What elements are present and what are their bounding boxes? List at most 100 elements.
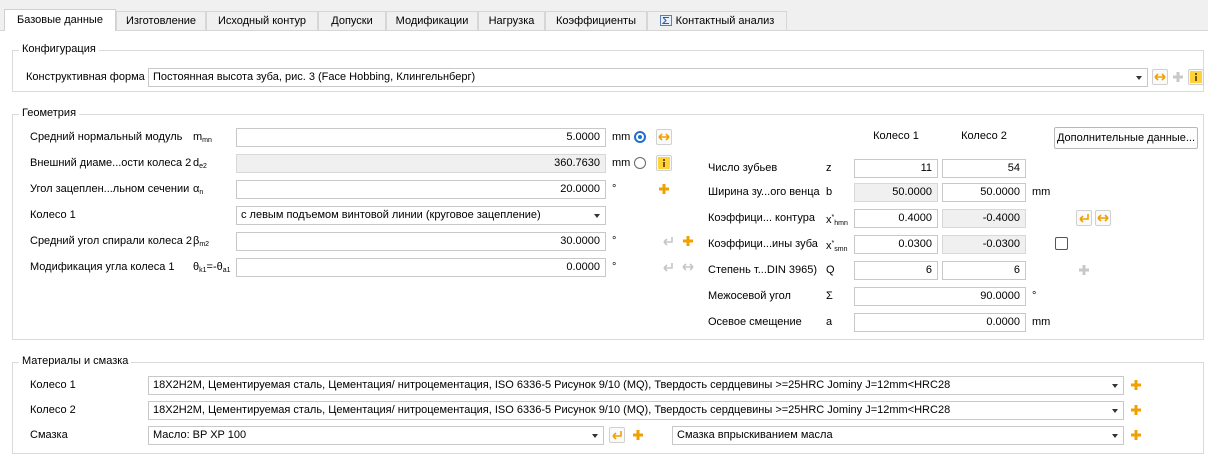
tab-label: Изготовление	[125, 15, 197, 27]
angle-mod-back-button[interactable]	[660, 259, 676, 275]
material-wheel2-select[interactable]: 18Х2Н2М, Цементируемая сталь, Цементация…	[148, 401, 1124, 420]
spiral-angle-input[interactable]: 30.0000	[236, 232, 606, 251]
tab-label: Модификации	[395, 15, 469, 27]
configuration-title: Конфигурация	[19, 43, 99, 55]
additional-data-button[interactable]: Дополнительные данные...	[1054, 127, 1198, 149]
angle-mod-input[interactable]: 0.0000	[236, 258, 606, 277]
diameter-unit: mm	[612, 157, 631, 169]
tab-label: Базовые данные	[17, 14, 103, 26]
wheel1-hand-label: Колесо 1	[30, 209, 76, 221]
profile-shift-wheel1-input[interactable]: 0.4000	[854, 209, 938, 228]
material-wheel2-label: Колесо 2	[30, 404, 76, 416]
module-input[interactable]: 5.0000	[236, 128, 606, 147]
chevron-down-icon	[1112, 434, 1118, 438]
shaft-angle-input[interactable]: 90.0000	[854, 287, 1026, 306]
tab-modifications[interactable]: Модификации	[386, 11, 478, 30]
module-swap-button[interactable]	[656, 129, 672, 145]
chevron-down-icon	[592, 434, 598, 438]
face-width-symbol: b	[826, 186, 833, 198]
teeth-wheel2-input[interactable]: 54	[942, 159, 1026, 178]
tab-base-data[interactable]: Базовые данные	[4, 9, 116, 31]
tab-load[interactable]: Нагрузка	[478, 11, 545, 30]
quality-wheel1-input[interactable]: 6	[854, 261, 938, 280]
lubricant-label: Смазка	[30, 429, 68, 441]
module-symbol: mmn	[193, 131, 212, 144]
pressure-angle-unit: °	[612, 183, 617, 195]
profile-shift-swap-button[interactable]	[1095, 210, 1111, 226]
chevron-down-icon	[1112, 409, 1118, 413]
face-width-wheel2-input[interactable]: 50.0000	[942, 183, 1026, 202]
lubricant-add-button[interactable]	[630, 427, 646, 443]
material-wheel1-label: Колесо 1	[30, 379, 76, 391]
tab-contact-analysis[interactable]: Контактный анализ	[647, 11, 787, 30]
angle-mod-swap-button[interactable]	[680, 259, 696, 275]
info-button[interactable]	[1188, 69, 1204, 85]
thickness-factor-wheel2-input[interactable]: -0.0300	[942, 235, 1026, 254]
lubricant-back-button[interactable]	[609, 427, 625, 443]
tab-manufacturing[interactable]: Изготовление	[116, 11, 206, 30]
design-form-label: Конструктивная форма	[26, 71, 145, 83]
wheel1-hand-select[interactable]: с левым подъемом винтовой линии (кругово…	[236, 206, 606, 225]
profile-shift-back-button[interactable]	[1076, 210, 1092, 226]
chevron-down-icon	[594, 214, 600, 218]
return-arrow-icon	[612, 431, 622, 440]
material-wheel2-add-button[interactable]	[1128, 402, 1144, 418]
thickness-factor-wheel1-input[interactable]: 0.0300	[854, 235, 938, 254]
angle-mod-unit: °	[612, 261, 617, 273]
offset-unit: mm	[1032, 316, 1051, 328]
swap-arrows-button[interactable]	[1152, 69, 1168, 85]
face-width-wheel1-input[interactable]: 50.0000	[854, 183, 938, 202]
plus-icon	[659, 184, 669, 194]
swap-arrows-icon	[682, 263, 694, 271]
design-form-select[interactable]: Постоянная высота зуба, рис. 3 (Face Hob…	[148, 68, 1148, 87]
return-arrow-icon	[663, 263, 673, 272]
add-button-disabled[interactable]	[1170, 69, 1186, 85]
return-arrow-icon	[663, 237, 673, 246]
lubrication-method-add-button[interactable]	[1128, 427, 1144, 443]
tab-bar: Базовые данные Изготовление Исходный кон…	[0, 0, 1208, 31]
tab-reference-profile[interactable]: Исходный контур	[206, 11, 318, 30]
pressure-angle-input[interactable]: 20.0000	[236, 180, 606, 199]
thickness-factor-symbol: x*smn	[826, 240, 848, 253]
lubricant-select[interactable]: Масло: BP XP 100	[148, 426, 604, 445]
pressure-angle-add-button[interactable]	[656, 181, 672, 197]
diameter-info-button[interactable]	[656, 155, 672, 171]
spiral-angle-back-button[interactable]	[660, 233, 676, 249]
wheel1-hand-value: с левым подъемом винтовой линии (кругово…	[241, 209, 541, 221]
spiral-angle-add-button[interactable]	[680, 233, 696, 249]
return-arrow-icon	[1079, 214, 1089, 223]
chevron-down-icon	[1112, 384, 1118, 388]
tab-factors[interactable]: Коэффициенты	[545, 11, 647, 30]
material-wheel1-select[interactable]: 18Х2Н2М, Цементируемая сталь, Цементация…	[148, 376, 1124, 395]
lubrication-method-select[interactable]: Смазка впрыскиванием масла	[672, 426, 1124, 445]
plus-icon	[1131, 430, 1141, 440]
material-wheel1-add-button[interactable]	[1128, 377, 1144, 393]
lubricant-value: Масло: BP XP 100	[153, 429, 247, 441]
tab-label: Допуски	[331, 15, 373, 27]
tab-label: Контактный анализ	[675, 15, 775, 27]
diameter-input[interactable]: 360.7630	[236, 154, 606, 173]
face-width-unit: mm	[1032, 186, 1051, 198]
teeth-wheel1-input[interactable]: 11	[854, 159, 938, 178]
diameter-label: Внешний диаме...ости колеса 2	[30, 157, 192, 169]
module-radio[interactable]	[634, 131, 646, 143]
thickness-factor-checkbox[interactable]	[1055, 237, 1068, 250]
quality-wheel2-input[interactable]: 6	[942, 261, 1026, 280]
quality-add-button[interactable]	[1076, 262, 1092, 278]
shaft-angle-unit: °	[1032, 290, 1037, 302]
spiral-angle-unit: °	[612, 235, 617, 247]
face-width-label: Ширина зу...ого венца	[708, 186, 820, 198]
tab-label: Нагрузка	[488, 15, 535, 27]
shaft-angle-symbol: Σ	[826, 290, 833, 302]
plus-icon	[1079, 265, 1089, 275]
offset-input[interactable]: 0.0000	[854, 313, 1026, 332]
profile-shift-wheel2-input[interactable]: -0.4000	[942, 209, 1026, 228]
swap-arrows-icon	[1097, 214, 1109, 222]
diameter-radio[interactable]	[634, 157, 646, 169]
thickness-factor-label: Коэффици...ины зуба	[708, 238, 818, 250]
offset-label: Осевое смещение	[708, 316, 802, 328]
pressure-angle-symbol: αn	[193, 183, 204, 196]
teeth-symbol: z	[826, 162, 832, 174]
tab-tolerances[interactable]: Допуски	[318, 11, 386, 30]
info-icon	[658, 157, 670, 169]
